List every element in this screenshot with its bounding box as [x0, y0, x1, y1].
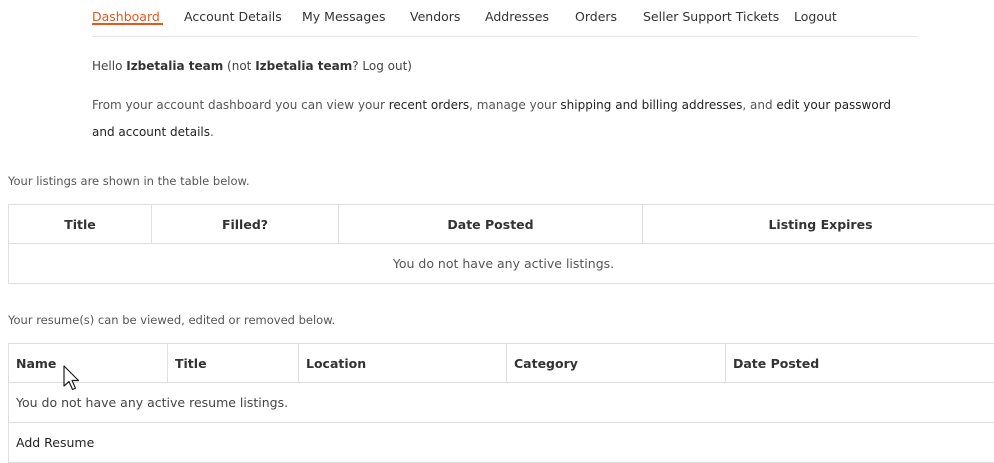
resumes-col-date-posted: Date Posted [726, 344, 994, 383]
resumes-empty-message: You do not have any active resume listin… [9, 383, 994, 423]
nav-seller-support-tickets[interactable]: Seller Support Tickets [643, 9, 779, 24]
table-row: You do not have any active resume listin… [9, 383, 994, 423]
resumes-col-title: Title [168, 344, 299, 383]
table-row: Add Resume [9, 423, 994, 463]
intro-text-3: , and [742, 98, 776, 112]
greeting-not: (not [223, 59, 255, 73]
resumes-col-category: Category [507, 344, 726, 383]
intro-text-4: . [210, 125, 214, 139]
listings-table: Title Filled? Date Posted Listing Expire… [8, 204, 994, 284]
greeting-hello: Hello [92, 59, 126, 73]
listings-col-expires: Listing Expires [643, 205, 994, 244]
nav-account-details[interactable]: Account Details [184, 9, 282, 24]
nav-vendors[interactable]: Vendors [410, 9, 460, 24]
table-row: You do not have any active listings. [9, 244, 994, 284]
listings-col-date-posted: Date Posted [339, 205, 643, 244]
listings-col-filled: Filled? [152, 205, 339, 244]
intro-text-1: From your account dashboard you can view… [92, 98, 389, 112]
resumes-header-row: Name Title Location Category Date Posted [9, 344, 994, 383]
recent-orders-link[interactable]: recent orders [389, 98, 469, 112]
greeting-logout-link[interactable]: ? Log out) [352, 59, 412, 73]
nav-orders[interactable]: Orders [575, 9, 617, 24]
nav-dashboard[interactable]: Dashboard [92, 9, 160, 24]
add-resume-link[interactable]: Add Resume [9, 423, 994, 463]
resumes-col-location: Location [299, 344, 507, 383]
greeting-text: Hello Izbetalia team (not Izbetalia team… [92, 59, 412, 73]
listings-col-title: Title [9, 205, 152, 244]
nav-my-messages[interactable]: My Messages [302, 9, 385, 24]
resumes-table: Name Title Location Category Date Posted… [8, 343, 994, 463]
resumes-col-name: Name [9, 344, 168, 383]
nav-logout[interactable]: Logout [794, 9, 837, 24]
resumes-caption: Your resume(s) can be viewed, edited or … [8, 313, 335, 327]
listings-empty-message: You do not have any active listings. [9, 244, 994, 284]
listings-header-row: Title Filled? Date Posted Listing Expire… [9, 205, 994, 244]
greeting-username: Izbetalia team [126, 59, 223, 73]
mouse-pointer-icon [62, 365, 82, 393]
intro-text-2: , manage your [469, 98, 560, 112]
active-tab-underline [92, 23, 163, 25]
account-nav: Dashboard Account Details My Messages Ve… [92, 0, 918, 37]
listings-caption: Your listings are shown in the table bel… [8, 174, 250, 188]
nav-addresses[interactable]: Addresses [485, 9, 549, 24]
greeting-username-2: Izbetalia team [255, 59, 352, 73]
addresses-link[interactable]: shipping and billing addresses [560, 98, 742, 112]
dashboard-intro: From your account dashboard you can view… [92, 92, 902, 146]
